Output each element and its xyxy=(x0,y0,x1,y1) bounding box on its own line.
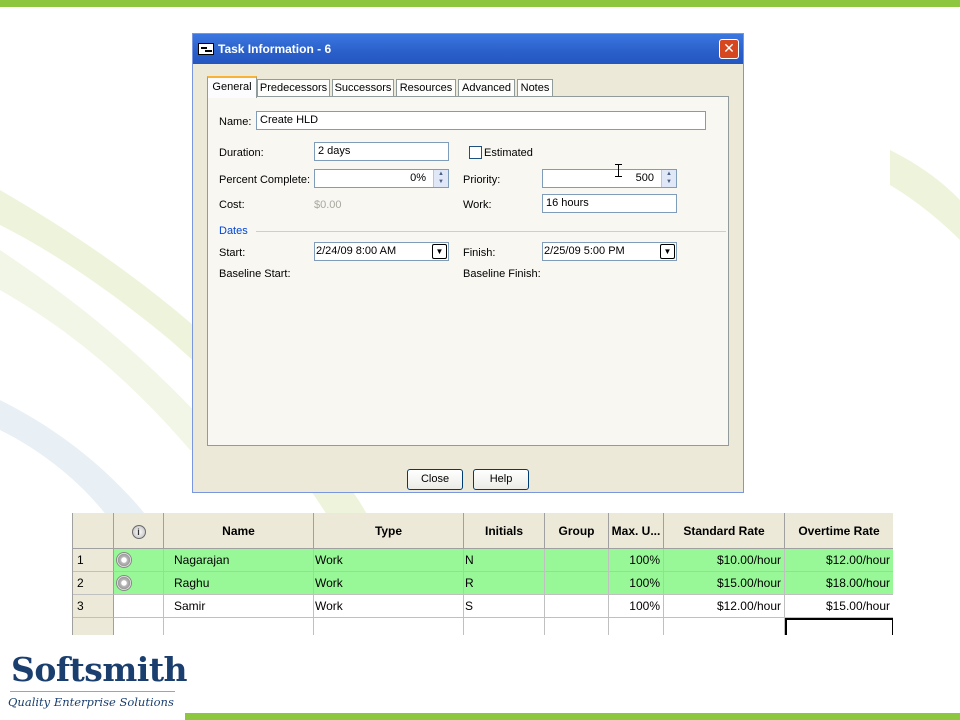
row-number[interactable]: 1 xyxy=(73,549,114,572)
bottom-accent-bar xyxy=(185,713,960,720)
priority-label: Priority: xyxy=(463,174,501,186)
start-date-value: 2/24/09 8:00 AM xyxy=(316,245,397,257)
work-field[interactable]: 16 hours xyxy=(542,194,677,213)
tab-advanced[interactable]: Advanced xyxy=(458,79,515,97)
table-cell-max-units[interactable]: 100% xyxy=(609,549,664,572)
table-cell-type[interactable]: Work xyxy=(314,549,464,572)
start-date-picker[interactable]: 2/24/09 8:00 AM ▼ xyxy=(314,242,449,261)
header-type[interactable]: Type xyxy=(314,513,464,549)
indicator-cell xyxy=(114,572,164,595)
header-max-units[interactable]: Max. U... xyxy=(609,513,664,549)
table-cell[interactable] xyxy=(609,618,664,635)
gear-icon xyxy=(116,575,132,591)
name-field[interactable]: Create HLD xyxy=(256,111,706,130)
tab-predecessors[interactable]: Predecessors xyxy=(257,79,330,97)
gear-icon xyxy=(116,552,132,568)
percent-complete-field[interactable]: 0% ▲ ▼ xyxy=(314,169,449,188)
selected-cell[interactable] xyxy=(785,618,893,635)
table-cell-group[interactable] xyxy=(545,595,609,618)
header-name[interactable]: Name xyxy=(164,513,314,549)
header-group[interactable]: Group xyxy=(545,513,609,549)
tab-successors[interactable]: Successors xyxy=(332,79,394,97)
softsmith-logo: Softsmith Quality Enterprise Solutions xyxy=(8,650,188,715)
text-cursor-icon xyxy=(615,164,622,177)
table-cell-initials[interactable]: S xyxy=(464,595,545,618)
baseline-start-label: Baseline Start: xyxy=(219,268,291,280)
cost-label: Cost: xyxy=(219,199,245,211)
table-cell-standard-rate[interactable]: $10.00/hour xyxy=(664,549,785,572)
help-button[interactable]: Help xyxy=(473,469,529,490)
table-cell-name[interactable]: Raghu xyxy=(164,572,314,595)
start-label: Start: xyxy=(219,247,246,259)
finish-date-picker[interactable]: 2/25/09 5:00 PM ▼ xyxy=(542,242,677,261)
row-number[interactable] xyxy=(73,618,114,635)
priority-spinner-icon[interactable]: ▲ ▼ xyxy=(661,170,676,187)
table-cell[interactable] xyxy=(314,618,464,635)
finish-dropdown-icon[interactable]: ▼ xyxy=(660,244,675,259)
header-overtime-rate[interactable]: Overtime Rate xyxy=(785,513,893,549)
task-information-dialog: Task Information - 6 ✕ General Predecess… xyxy=(192,33,744,493)
table-cell-name[interactable]: Samir xyxy=(164,595,314,618)
table-cell-max-units[interactable]: 100% xyxy=(609,595,664,618)
table-cell-overtime-rate[interactable]: $15.00/hour xyxy=(785,595,893,618)
cost-value: $0.00 xyxy=(314,199,342,211)
logo-tagline: Quality Enterprise Solutions xyxy=(8,695,174,709)
name-label: Name: xyxy=(219,116,252,128)
header-row-number xyxy=(73,513,114,549)
percent-complete-label: Percent Complete: xyxy=(219,174,311,186)
table-cell-standard-rate[interactable]: $12.00/hour xyxy=(664,595,785,618)
indicator-cell xyxy=(114,595,164,618)
percent-spinner-icon[interactable]: ▲ ▼ xyxy=(433,170,448,187)
header-info[interactable]: i xyxy=(114,513,164,549)
tab-resources[interactable]: Resources xyxy=(396,79,456,97)
dates-divider xyxy=(256,231,726,232)
finish-label: Finish: xyxy=(463,247,496,259)
baseline-finish-label: Baseline Finish: xyxy=(463,268,541,280)
row-number[interactable]: 3 xyxy=(73,595,114,618)
estimated-label: Estimated xyxy=(484,147,533,159)
table-cell-overtime-rate[interactable]: $18.00/hour xyxy=(785,572,893,595)
table-cell[interactable] xyxy=(114,618,164,635)
table-cell-standard-rate[interactable]: $15.00/hour xyxy=(664,572,785,595)
priority-value: 500 xyxy=(635,172,654,184)
work-label: Work: xyxy=(463,199,492,211)
dialog-titlebar[interactable]: Task Information - 6 ✕ xyxy=(193,34,743,64)
row-number[interactable]: 2 xyxy=(73,572,114,595)
finish-date-value: 2/25/09 5:00 PM xyxy=(544,245,625,257)
dialog-title: Task Information - 6 xyxy=(218,42,332,56)
logo-wordmark: Softsmith xyxy=(11,650,188,689)
header-initials[interactable]: Initials xyxy=(464,513,545,549)
table-cell-initials[interactable]: R xyxy=(464,572,545,595)
table-cell-group[interactable] xyxy=(545,572,609,595)
logo-rule xyxy=(10,691,175,692)
header-standard-rate[interactable]: Standard Rate xyxy=(664,513,785,549)
table-cell-type[interactable]: Work xyxy=(314,595,464,618)
table-cell-type[interactable]: Work xyxy=(314,572,464,595)
duration-field[interactable]: 2 days xyxy=(314,142,449,161)
table-cell[interactable] xyxy=(545,618,609,635)
priority-field[interactable]: 500 ▲ ▼ xyxy=(542,169,677,188)
table-cell[interactable] xyxy=(464,618,545,635)
table-cell[interactable] xyxy=(664,618,785,635)
close-button[interactable]: Close xyxy=(407,469,463,490)
indicator-cell xyxy=(114,549,164,572)
tab-notes[interactable]: Notes xyxy=(517,79,553,97)
estimated-checkbox[interactable] xyxy=(469,146,482,159)
general-tab-panel: Name: Create HLD Duration: 2 days Estima… xyxy=(207,96,729,446)
table-cell-overtime-rate[interactable]: $12.00/hour xyxy=(785,549,893,572)
project-app-icon xyxy=(198,43,214,55)
table-cell-initials[interactable]: N xyxy=(464,549,545,572)
percent-complete-value: 0% xyxy=(410,172,426,184)
table-cell-max-units[interactable]: 100% xyxy=(609,572,664,595)
dates-heading: Dates xyxy=(219,225,248,237)
table-cell[interactable] xyxy=(164,618,314,635)
tab-general[interactable]: General xyxy=(207,76,257,98)
resource-sheet-table: i Name Type Initials Group Max. U... Sta… xyxy=(72,513,893,635)
table-cell-group[interactable] xyxy=(545,549,609,572)
start-dropdown-icon[interactable]: ▼ xyxy=(432,244,447,259)
close-window-icon[interactable]: ✕ xyxy=(719,39,739,59)
info-icon: i xyxy=(131,524,146,539)
table-cell-name[interactable]: Nagarajan xyxy=(164,549,314,572)
duration-label: Duration: xyxy=(219,147,264,159)
